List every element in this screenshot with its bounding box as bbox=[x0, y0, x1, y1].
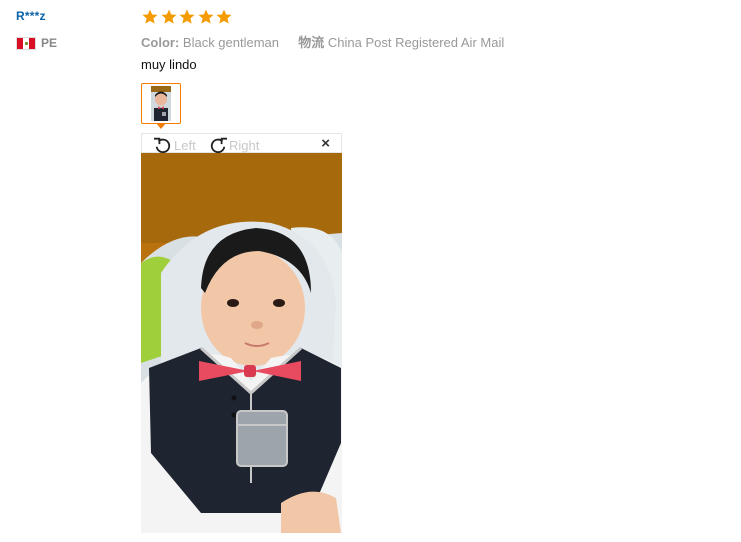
star-icon bbox=[160, 8, 178, 26]
star-icon bbox=[141, 8, 159, 26]
reviewer-name: R***z bbox=[16, 9, 46, 23]
attr-shipping-key: 物流 bbox=[298, 35, 325, 50]
thumbnail-pointer bbox=[156, 123, 166, 129]
attr-color-value: Black gentleman bbox=[182, 35, 280, 50]
close-icon[interactable]: × bbox=[321, 136, 330, 151]
review-body: Color: Black gentleman 物流 China Post Reg… bbox=[141, 8, 504, 533]
attr-color-key: Color: bbox=[141, 35, 180, 50]
review-photo-thumbnail[interactable] bbox=[141, 83, 181, 124]
star-icon bbox=[215, 8, 233, 26]
rotate-right-button[interactable]: Right bbox=[208, 136, 259, 154]
star-rating bbox=[141, 8, 234, 26]
rotate-right-icon bbox=[208, 136, 228, 154]
reviewer-info: R***z PE bbox=[16, 9, 57, 50]
rotate-right-label: Right bbox=[229, 137, 260, 153]
rotate-left-button[interactable]: Left bbox=[153, 136, 196, 154]
rotate-left-label: Left bbox=[174, 137, 196, 153]
star-icon bbox=[178, 8, 196, 26]
review-text: muy lindo bbox=[141, 57, 197, 72]
review-photo bbox=[141, 153, 342, 533]
image-viewer: Left Right × bbox=[141, 133, 342, 533]
rotate-left-icon bbox=[153, 136, 173, 154]
star-icon bbox=[197, 8, 215, 26]
reviewer-country: PE bbox=[16, 36, 57, 50]
order-attributes: Color: Black gentleman 物流 China Post Reg… bbox=[141, 32, 504, 51]
image-viewer-toolbar: Left Right × bbox=[141, 133, 342, 154]
attr-shipping-value: China Post Registered Air Mail bbox=[327, 35, 505, 50]
peru-flag-icon bbox=[16, 36, 36, 50]
country-code: PE bbox=[41, 36, 58, 50]
